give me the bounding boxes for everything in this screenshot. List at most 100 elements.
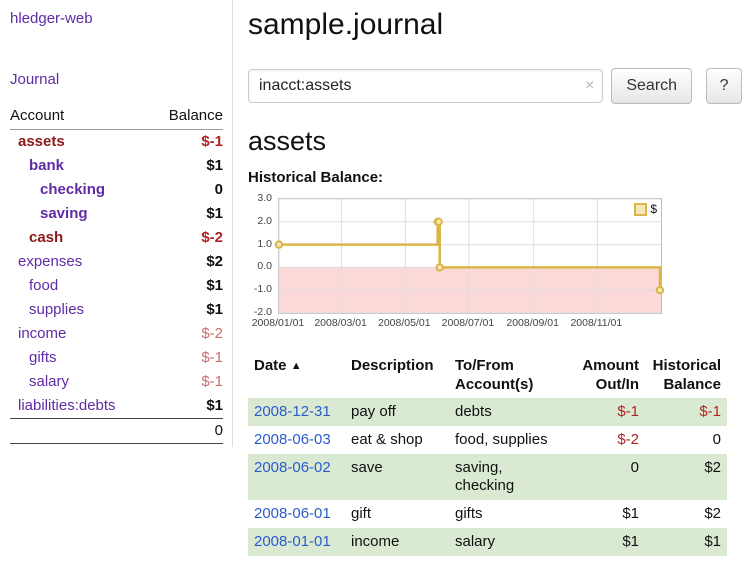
x-tick-label: 2008/11/01 [570, 317, 622, 329]
data-point-marker [437, 264, 443, 270]
search-button[interactable]: Search [611, 68, 692, 104]
register-row: 2008-12-31pay offdebts$-1$-1 [248, 398, 727, 426]
account-row: expenses $2 [10, 250, 223, 274]
accounts-total-row: 0 [10, 419, 223, 444]
account-row: liabilities:debts $1 [10, 394, 223, 419]
x-tick-label: 2008/01/01 [252, 317, 305, 329]
chart-plot: $ [278, 198, 662, 314]
account-row: income$-2 [10, 322, 223, 346]
sidebar: hledger-web Journal Account Balance asse… [0, 0, 233, 447]
account-balance: $1 [151, 298, 223, 322]
search-input[interactable] [248, 69, 603, 103]
account-link[interactable]: bank [29, 157, 64, 174]
register-header-account: To/From Account(s) [449, 352, 567, 398]
accounts-total-spacer [10, 419, 151, 444]
register-date-cell: 2008-06-02 [248, 454, 345, 500]
account-row: salary $-1 [10, 370, 223, 394]
account-balance: $1 [151, 394, 223, 419]
account-balance: $1 [151, 274, 223, 298]
register-amount-cell: 0 [567, 454, 645, 500]
accounts-header-row: Account Balance [10, 104, 223, 130]
clear-search-icon[interactable]: × [585, 78, 594, 94]
page-title: sample.journal [248, 8, 742, 42]
accounts-table-body: assets$-1bank$1checking0saving$1cash$-2e… [10, 130, 223, 419]
main-content: sample.journal × Search ? assets Histori… [248, 0, 742, 556]
register-table-body: 2008-12-31pay offdebts$-1$-12008-06-03ea… [248, 398, 727, 556]
x-tick-label: 2008/09/01 [506, 317, 559, 329]
account-link[interactable]: expenses [18, 253, 82, 270]
register-description-cell: gift [345, 500, 449, 528]
y-tick-label: -1.0 [254, 283, 272, 295]
accounts-total: 0 [151, 419, 223, 444]
register-date-cell: 2008-12-31 [248, 398, 345, 426]
account-name-cell: bank [10, 154, 151, 178]
register-account-cell: salary [449, 528, 567, 556]
register-header-row: Date ▲ Description To/From Account(s) Am… [248, 352, 727, 398]
account-balance: $2 [151, 250, 223, 274]
register-account-cell: debts [449, 398, 567, 426]
account-link[interactable]: saving [40, 205, 88, 222]
register-header-date[interactable]: Date ▲ [248, 352, 345, 398]
help-button[interactable]: ? [706, 68, 742, 104]
account-link[interactable]: assets [18, 133, 65, 150]
register-balance-cell: $2 [645, 500, 727, 528]
account-row: assets $-1 [10, 130, 223, 155]
register-date-link[interactable]: 2008-06-03 [254, 431, 331, 448]
y-tick-label: 1.0 [257, 238, 272, 250]
search-bar: × Search ? [248, 68, 742, 104]
app-title-link[interactable]: hledger-web [10, 10, 222, 27]
account-link[interactable]: food [29, 277, 58, 294]
account-name-cell: liabilities:debts [10, 394, 151, 419]
register-description-cell: eat & shop [345, 426, 449, 454]
account-row: supplies $1 [10, 298, 223, 322]
accounts-table: Account Balance assets $-1 bank $1 checking 0… [10, 104, 223, 444]
chart-svg [279, 199, 661, 313]
register-date-cell: 2008-06-03 [248, 426, 345, 454]
x-tick-label: 2008/05/01 [378, 317, 431, 329]
register-date-link[interactable]: 2008-12-31 [254, 403, 331, 420]
account-row: cash$-2 [10, 226, 223, 250]
register-description-cell: pay off [345, 398, 449, 426]
account-row: gifts $-1 [10, 346, 223, 370]
register-account-cell: food, supplies [449, 426, 567, 454]
account-name-cell: checking [10, 178, 151, 202]
register-header-balance: Historical Balance [645, 352, 727, 398]
register-header-amount: Amount Out/In [567, 352, 645, 398]
register-row: 2008-01-01incomesalary$1$1 [248, 528, 727, 556]
account-balance: $-1 [151, 130, 223, 155]
register-date-link[interactable]: 2008-01-01 [254, 533, 331, 550]
register-description-cell: save [345, 454, 449, 500]
account-balance: $1 [151, 154, 223, 178]
data-point-marker [276, 241, 282, 247]
register-row: 2008-06-01giftgifts$1$2 [248, 500, 727, 528]
page: hledger-web Journal Account Balance asse… [0, 0, 742, 582]
account-link[interactable]: cash [29, 229, 63, 246]
account-balance: $1 [151, 202, 223, 226]
account-name-cell: supplies [10, 298, 151, 322]
chart-legend: $ [634, 202, 657, 216]
accounts-header-account: Account [10, 104, 151, 130]
register-row: 2008-06-03 eat & shopfood, supplies$-20 [248, 426, 727, 454]
account-link[interactable]: checking [40, 181, 105, 198]
account-link[interactable]: salary [29, 373, 69, 390]
register-date-link[interactable]: 2008-06-02 [254, 459, 331, 476]
account-link[interactable]: supplies [29, 301, 84, 318]
register-date-link[interactable]: 2008-06-01 [254, 505, 331, 522]
register-amount-cell: $1 [567, 500, 645, 528]
register-balance-cell: 0 [645, 426, 727, 454]
register-amount-cell: $-2 [567, 426, 645, 454]
date-header-label: Date [254, 357, 287, 374]
register-balance-cell: $1 [645, 528, 727, 556]
account-balance: $-1 [151, 370, 223, 394]
register-row: 2008-06-02savesaving, checking0$2 [248, 454, 727, 500]
sort-ascending-icon: ▲ [291, 360, 302, 372]
chart-y-labels: 3.02.01.00.0-1.0-2.0 [248, 198, 274, 312]
account-link[interactable]: gifts [29, 349, 57, 366]
account-row: saving $1 [10, 202, 223, 226]
account-link[interactable]: income [18, 325, 66, 342]
account-link[interactable]: liabilities:debts [18, 397, 116, 414]
sidebar-item-journal[interactable]: Journal [10, 71, 222, 88]
account-balance: $-1 [151, 346, 223, 370]
register-table: Date ▲ Description To/From Account(s) Am… [248, 352, 727, 556]
register-account-cell: saving, checking [449, 454, 567, 500]
